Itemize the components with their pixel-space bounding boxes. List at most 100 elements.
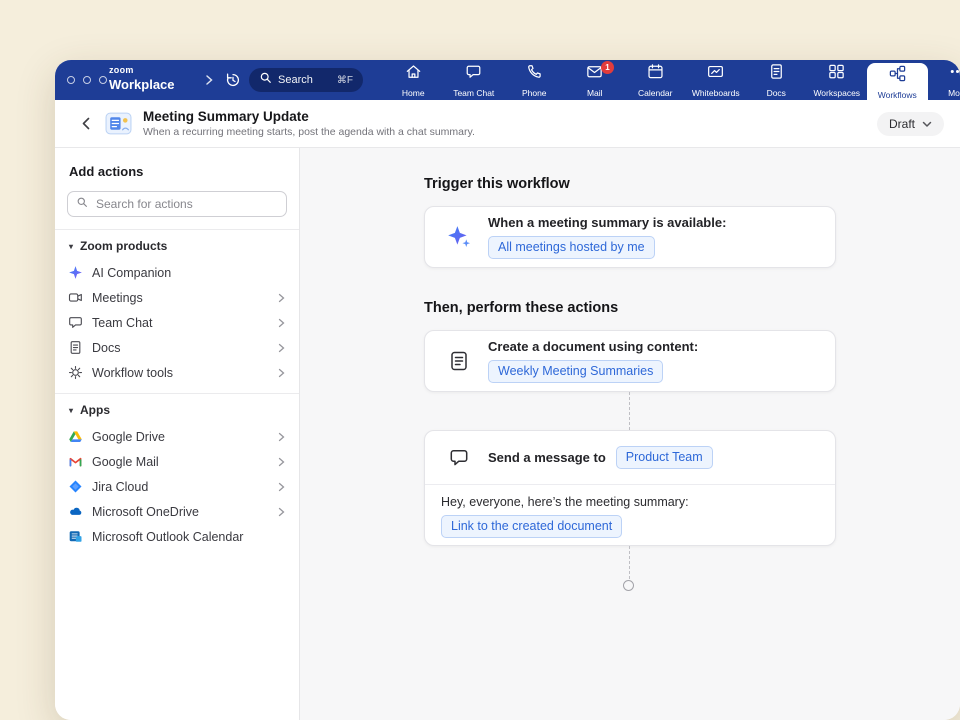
sidebar-item-microsoft-onedrive[interactable]: Microsoft OneDrive — [55, 499, 299, 524]
google-mail-icon — [68, 454, 83, 469]
section-apps[interactable]: ▾ Apps — [55, 394, 299, 424]
google-drive-icon — [68, 429, 83, 444]
connector-dashed-line — [629, 392, 630, 430]
search-icon — [76, 195, 88, 213]
send-message-card[interactable]: Send a message to Product Team Hey, ever… — [424, 430, 836, 546]
document-link-chip[interactable]: Link to the created document — [441, 515, 622, 538]
window-control-dot[interactable] — [67, 76, 75, 84]
chevron-right-icon[interactable] — [203, 73, 215, 92]
window-control-dot[interactable] — [83, 76, 91, 84]
chevron-right-icon — [277, 482, 286, 492]
sidebar-item-workflow-tools[interactable]: Workflow tools — [55, 360, 299, 385]
home-icon — [404, 62, 423, 86]
section-zoom-products[interactable]: ▾ Zoom products — [55, 230, 299, 260]
jira-icon — [68, 479, 83, 494]
tab-label: Home — [402, 89, 425, 98]
tab-workflows[interactable]: Workflows — [867, 63, 928, 100]
tab-label: Calendar — [638, 89, 673, 98]
page-subtitle: When a recurring meeting starts, post th… — [143, 126, 475, 138]
sidebar-item-label: Docs — [92, 341, 120, 355]
history-icon[interactable] — [223, 70, 243, 90]
actions-heading: Then, perform these actions — [424, 300, 618, 316]
global-search[interactable]: Search ⌘F — [249, 68, 363, 92]
triangle-down-icon: ▾ — [69, 242, 73, 251]
tab-label: More — [948, 89, 960, 98]
trigger-scope-chip[interactable]: All meetings hosted by me — [488, 236, 655, 259]
sidebar-item-microsoft-outlook-calendar[interactable]: Microsoft Outlook Calendar — [55, 524, 299, 549]
workflow-header: Meeting Summary Update When a recurring … — [55, 100, 960, 148]
trigger-heading: Trigger this workflow — [424, 176, 570, 192]
actions-sidebar: Add actions ▾ Zoom products AI Companion — [55, 148, 300, 720]
sidebar-item-jira-cloud[interactable]: Jira Cloud — [55, 474, 299, 499]
status-dropdown[interactable]: Draft — [877, 112, 944, 136]
chevron-right-icon — [277, 507, 286, 517]
sidebar-item-label: AI Companion — [92, 266, 171, 280]
document-content-chip[interactable]: Weekly Meeting Summaries — [488, 360, 663, 383]
search-icon — [259, 71, 272, 89]
back-button[interactable] — [73, 111, 99, 137]
recipient-chip[interactable]: Product Team — [616, 446, 713, 469]
search-shortcut: ⌘F — [337, 75, 353, 86]
sidebar-item-label: Microsoft Outlook Calendar — [92, 530, 243, 544]
more-icon — [948, 62, 960, 86]
page-title: Meeting Summary Update — [143, 109, 475, 124]
sidebar-item-label: Team Chat — [92, 316, 152, 330]
zoom-workplace-logo: zoom Workplace — [109, 66, 175, 91]
logo-zoom-text: zoom — [109, 66, 175, 75]
actions-search[interactable] — [67, 191, 287, 217]
window-control-dot[interactable] — [99, 76, 107, 84]
sidebar-item-label: Meetings — [92, 291, 143, 305]
tab-whiteboards[interactable]: Whiteboards — [686, 60, 747, 100]
chevron-right-icon — [277, 457, 286, 467]
workflow-thumbnail-icon — [105, 110, 132, 137]
search-input[interactable] — [94, 196, 278, 212]
tab-home[interactable]: Home — [383, 60, 444, 100]
top-navbar: zoom Workplace Search ⌘F Home Team Chat — [55, 60, 960, 100]
sidebar-item-docs[interactable]: Docs — [55, 335, 299, 360]
window-controls — [67, 76, 107, 84]
logo-workplace-text: Workplace — [109, 78, 175, 91]
chat-bubble-icon — [445, 447, 472, 469]
onedrive-icon — [68, 504, 83, 519]
tab-label: Workspaces — [813, 89, 860, 98]
tab-label: Whiteboards — [692, 89, 740, 98]
tab-docs[interactable]: Docs — [746, 60, 807, 100]
tab-mail[interactable]: Mail 1 — [565, 60, 626, 100]
tab-team-chat[interactable]: Team Chat — [444, 60, 505, 100]
chevron-right-icon — [277, 368, 286, 378]
create-document-card[interactable]: Create a document using content: Weekly … — [424, 330, 836, 392]
tab-workspaces[interactable]: Workspaces — [807, 60, 868, 100]
tab-phone[interactable]: Phone — [504, 60, 565, 100]
docs-icon — [68, 340, 83, 355]
zoom-workplace-window: zoom Workplace Search ⌘F Home Team Chat — [55, 60, 960, 720]
sidebar-item-team-chat[interactable]: Team Chat — [55, 310, 299, 335]
chevron-right-icon — [277, 343, 286, 353]
docs-icon — [767, 62, 786, 86]
document-icon — [445, 350, 472, 372]
gear-icon — [68, 365, 83, 380]
tab-calendar[interactable]: Calendar — [625, 60, 686, 100]
chevron-right-icon — [277, 432, 286, 442]
search-label: Search — [278, 74, 313, 86]
trigger-card[interactable]: When a meeting summary is available: All… — [424, 206, 836, 268]
outlook-calendar-icon — [68, 529, 83, 544]
sidebar-item-ai-companion[interactable]: AI Companion — [55, 260, 299, 285]
tab-label: Phone — [522, 89, 547, 98]
status-badge: Draft — [889, 117, 915, 131]
add-step-endpoint — [623, 580, 634, 591]
workflow-titles: Meeting Summary Update When a recurring … — [143, 109, 475, 138]
send-message-text: Send a message to — [488, 450, 606, 465]
phone-icon — [525, 62, 544, 86]
sidebar-item-meetings[interactable]: Meetings — [55, 285, 299, 310]
tab-more[interactable]: More — [928, 60, 960, 100]
section-label: Apps — [80, 403, 110, 417]
connector-dashed-line — [629, 546, 630, 579]
chevron-down-icon — [922, 117, 932, 131]
sidebar-item-google-drive[interactable]: Google Drive — [55, 424, 299, 449]
message-body-text: Hey, everyone, here’s the meeting summar… — [441, 495, 819, 509]
sidebar-item-google-mail[interactable]: Google Mail — [55, 449, 299, 474]
whiteboards-icon — [706, 62, 725, 86]
ai-sparkle-icon — [445, 224, 472, 250]
sidebar-title: Add actions — [69, 164, 285, 179]
workspaces-icon — [827, 62, 846, 86]
